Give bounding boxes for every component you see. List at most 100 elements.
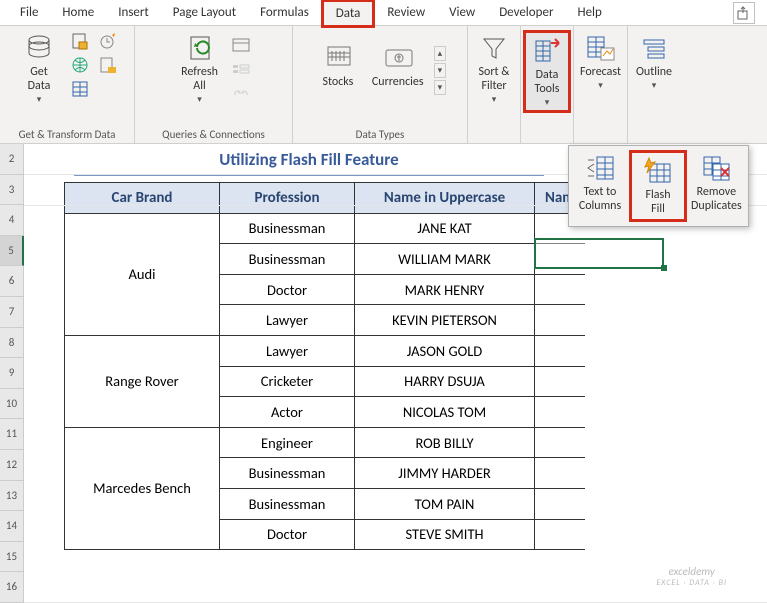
connection-icon	[99, 56, 117, 74]
cell-profession[interactable]: Actor	[220, 397, 355, 428]
cell-profession[interactable]: Businessman	[220, 213, 355, 244]
share-button[interactable]	[733, 2, 755, 24]
cell-profession[interactable]: Doctor	[220, 519, 355, 550]
row-header[interactable]: 11	[0, 419, 24, 450]
cell-name-d[interactable]	[535, 519, 585, 550]
cell-name-d[interactable]	[535, 458, 585, 489]
cell-name-upper[interactable]: STEVE SMITH	[355, 519, 535, 550]
edit-links-button[interactable]	[230, 82, 252, 104]
row-header[interactable]: 13	[0, 481, 24, 512]
group-label-queries: Queries & Connections	[162, 128, 265, 141]
existing-conn-button[interactable]	[97, 54, 119, 76]
tab-developer[interactable]: Developer	[487, 1, 565, 24]
cell-profession[interactable]: Businessman	[220, 458, 355, 489]
cell-name-upper[interactable]: ROB BILLY	[355, 427, 535, 458]
tab-view[interactable]: View	[437, 1, 487, 24]
row-header[interactable]: 14	[0, 511, 24, 542]
refresh-all-button[interactable]: Refresh All ▾	[176, 30, 224, 107]
row-header[interactable]: 3	[0, 175, 24, 206]
from-table-button[interactable]	[69, 78, 91, 100]
watermark-sub: EXCEL · DATA · BI	[656, 578, 727, 588]
from-text-button[interactable]	[69, 30, 91, 52]
page-title: Utilizing Flash Fill Feature	[74, 147, 544, 176]
tab-review[interactable]: Review	[375, 1, 437, 24]
cell-name-d[interactable]	[535, 305, 585, 336]
tab-data[interactable]: Data	[321, 0, 376, 28]
chevron-down-icon: ▾	[197, 94, 202, 105]
cell-name-d[interactable]	[535, 335, 585, 366]
cell-profession[interactable]: Engineer	[220, 427, 355, 458]
get-data-button[interactable]: Get Data ▾	[15, 30, 63, 107]
cell-profession[interactable]: Doctor	[220, 274, 355, 305]
cell-brand[interactable]: Audi	[65, 213, 220, 335]
fill-handle[interactable]	[661, 265, 667, 271]
outline-button[interactable]: Outline ▾	[630, 30, 678, 93]
row-header[interactable]: 10	[0, 389, 24, 420]
recent-sources-button[interactable]	[97, 30, 119, 52]
cell-name-upper[interactable]: JIMMY HARDER	[355, 458, 535, 489]
cell-brand[interactable]: Marcedes Bench	[65, 427, 220, 549]
row-header[interactable]: 15	[0, 542, 24, 573]
cell-name-upper[interactable]: KEVIN PIETERSON	[355, 305, 535, 336]
cell-name-upper[interactable]: HARRY DSUJA	[355, 366, 535, 397]
cell-name-d[interactable]	[535, 274, 585, 305]
cell-name-d[interactable]	[535, 244, 585, 275]
cell-name-upper[interactable]: JANE KAT	[355, 213, 535, 244]
flash-fill-button[interactable]: Flash Fill	[629, 150, 687, 222]
tab-file[interactable]: File	[8, 1, 50, 24]
sort-filter-button[interactable]: Sort & Filter ▾	[470, 30, 518, 107]
text-to-columns-button[interactable]: Text to Columns	[571, 150, 629, 222]
col-name-upper[interactable]: Name in Uppercase	[355, 183, 535, 214]
from-web-button[interactable]	[69, 54, 91, 76]
cell-name-d[interactable]	[535, 427, 585, 458]
cell-brand[interactable]: Range Rover	[65, 335, 220, 427]
tab-home[interactable]: Home	[50, 1, 106, 24]
row-header[interactable]: 5	[0, 236, 24, 267]
links-icon	[232, 86, 250, 100]
row-header[interactable]: 2	[0, 144, 24, 175]
queries-conn-button[interactable]	[230, 34, 252, 56]
cell-profession[interactable]: Businessman	[220, 244, 355, 275]
row-header[interactable]: 12	[0, 450, 24, 481]
cell-name-d[interactable]	[535, 397, 585, 428]
cell-name-upper[interactable]: MARK HENRY	[355, 274, 535, 305]
database-icon	[23, 32, 55, 64]
cell-profession[interactable]: Lawyer	[220, 305, 355, 336]
row-header[interactable]: 6	[0, 266, 24, 297]
cell-name-upper[interactable]: WILLIAM MARK	[355, 244, 535, 275]
outline-icon	[638, 32, 670, 64]
row-header[interactable]: 7	[0, 297, 24, 328]
row-header[interactable]: 9	[0, 358, 24, 389]
expand-icon[interactable]: ▾	[434, 80, 447, 95]
row-header[interactable]: 4	[0, 205, 24, 236]
cell-name-upper[interactable]: NICOLAS TOM	[355, 397, 535, 428]
chevron-down-icon: ▾	[492, 94, 497, 105]
tab-page-layout[interactable]: Page Layout	[161, 1, 248, 24]
watermark-text: exceldemy	[656, 565, 727, 578]
cell-name-d[interactable]	[535, 366, 585, 397]
cell-name-upper[interactable]: TOM PAIN	[355, 488, 535, 519]
cell-profession[interactable]: Businessman	[220, 488, 355, 519]
cell-profession[interactable]: Cricketer	[220, 366, 355, 397]
scroll-up-icon[interactable]: ▴	[434, 46, 447, 61]
refresh-label: Refresh All	[181, 66, 218, 94]
tab-help[interactable]: Help	[565, 1, 613, 24]
tab-formulas[interactable]: Formulas	[248, 1, 321, 24]
cell-name-upper[interactable]: JASON GOLD	[355, 335, 535, 366]
currencies-button[interactable]: Currencies	[368, 40, 428, 92]
col-car-brand[interactable]: Car Brand	[65, 183, 220, 214]
properties-button[interactable]	[230, 58, 252, 80]
remove-dup-icon	[700, 152, 732, 184]
stocks-icon	[322, 42, 354, 74]
tab-insert[interactable]: Insert	[106, 1, 161, 24]
row-header[interactable]: 8	[0, 328, 24, 359]
cell-name-d[interactable]	[535, 488, 585, 519]
col-profession[interactable]: Profession	[220, 183, 355, 214]
forecast-button[interactable]: Forecast ▾	[576, 30, 625, 93]
remove-duplicates-button[interactable]: Remove Duplicates	[687, 150, 746, 222]
data-tools-button[interactable]: Data Tools ▾	[523, 30, 571, 113]
scroll-down-icon[interactable]: ▾	[434, 63, 447, 78]
stocks-button[interactable]: Stocks	[314, 40, 362, 92]
row-header[interactable]: 16	[0, 572, 24, 603]
cell-profession[interactable]: Lawyer	[220, 335, 355, 366]
